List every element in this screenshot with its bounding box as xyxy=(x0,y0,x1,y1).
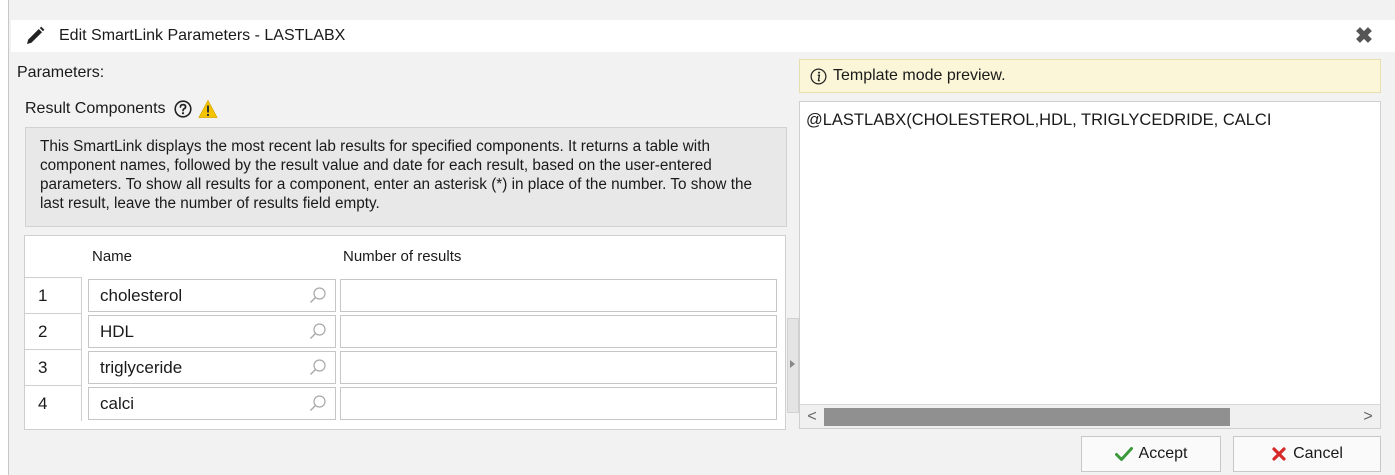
result-components-header: Result Components xyxy=(25,99,218,119)
warning-icon xyxy=(197,99,218,118)
number-of-results-input[interactable] xyxy=(340,279,777,312)
dialog-title: Edit SmartLink Parameters - LASTLABX xyxy=(59,27,346,44)
parameters-label: Parameters: xyxy=(17,64,105,81)
smartlink-description: This SmartLink displays the most recent … xyxy=(25,127,787,227)
row-number: 1 xyxy=(25,277,82,313)
preview-text-area[interactable]: @LASTLABX(CHOLESTEROL,HDL, TRIGLYCEDRIDE… xyxy=(799,101,1381,429)
row-number: 3 xyxy=(25,349,82,385)
table-row: 3 triglyceride xyxy=(25,349,785,385)
edit-smartlink-dialog: Edit SmartLink Parameters - LASTLABX ✖ P… xyxy=(8,0,1395,475)
component-name-input[interactable]: HDL xyxy=(88,315,336,348)
title-bar: Edit SmartLink Parameters - LASTLABX ✖ xyxy=(11,20,1395,52)
table-row: 1 cholesterol xyxy=(25,277,785,313)
help-icon[interactable] xyxy=(173,100,192,118)
scroll-left-button[interactable]: < xyxy=(802,405,822,428)
preview-banner-text: Template mode preview. xyxy=(833,67,1006,84)
component-name-value: calci xyxy=(100,394,135,413)
scroll-right-button[interactable]: > xyxy=(1358,405,1378,428)
number-of-results-input[interactable] xyxy=(340,387,777,420)
close-icon[interactable]: ✖ xyxy=(1353,25,1375,47)
component-name-value: triglyceride xyxy=(100,358,183,377)
number-of-results-input[interactable] xyxy=(340,315,777,348)
row-number: 2 xyxy=(25,313,82,349)
table-row: 4 calci xyxy=(25,385,785,421)
component-name-value: HDL xyxy=(100,322,135,341)
info-icon xyxy=(810,68,827,84)
panel-splitter[interactable] xyxy=(787,318,799,413)
accept-label: Accept xyxy=(1138,445,1188,462)
accept-button[interactable]: Accept xyxy=(1081,436,1221,472)
template-preview-banner: Template mode preview. xyxy=(799,59,1381,93)
horizontal-scrollbar[interactable]: < > xyxy=(800,404,1380,428)
cancel-button[interactable]: Cancel xyxy=(1233,436,1381,472)
component-name-value: cholesterol xyxy=(100,286,183,305)
x-icon xyxy=(1272,447,1286,461)
component-name-input[interactable]: triglyceride xyxy=(88,351,336,384)
search-icon[interactable] xyxy=(309,358,327,376)
number-of-results-input[interactable] xyxy=(340,351,777,384)
result-components-label: Result Components xyxy=(25,100,166,117)
column-header-number-of-results: Number of results xyxy=(343,248,462,265)
scrollbar-thumb[interactable] xyxy=(824,408,1230,426)
component-name-input[interactable]: cholesterol xyxy=(88,279,336,312)
row-number: 4 xyxy=(25,385,82,421)
pencil-icon xyxy=(27,26,45,44)
table-row: 2 HDL xyxy=(25,313,785,349)
search-icon[interactable] xyxy=(309,286,327,304)
preview-text: @LASTLABX(CHOLESTEROL,HDL, TRIGLYCEDRIDE… xyxy=(806,111,1272,129)
expand-arrow-icon xyxy=(790,360,795,368)
checkmark-icon xyxy=(1114,447,1133,461)
search-icon[interactable] xyxy=(309,394,327,412)
cancel-label: Cancel xyxy=(1293,445,1343,462)
components-table: Name Number of results 1 cholesterol 2 H… xyxy=(24,235,786,430)
column-header-name: Name xyxy=(92,248,133,265)
component-name-input[interactable]: calci xyxy=(88,387,336,420)
search-icon[interactable] xyxy=(309,322,327,340)
